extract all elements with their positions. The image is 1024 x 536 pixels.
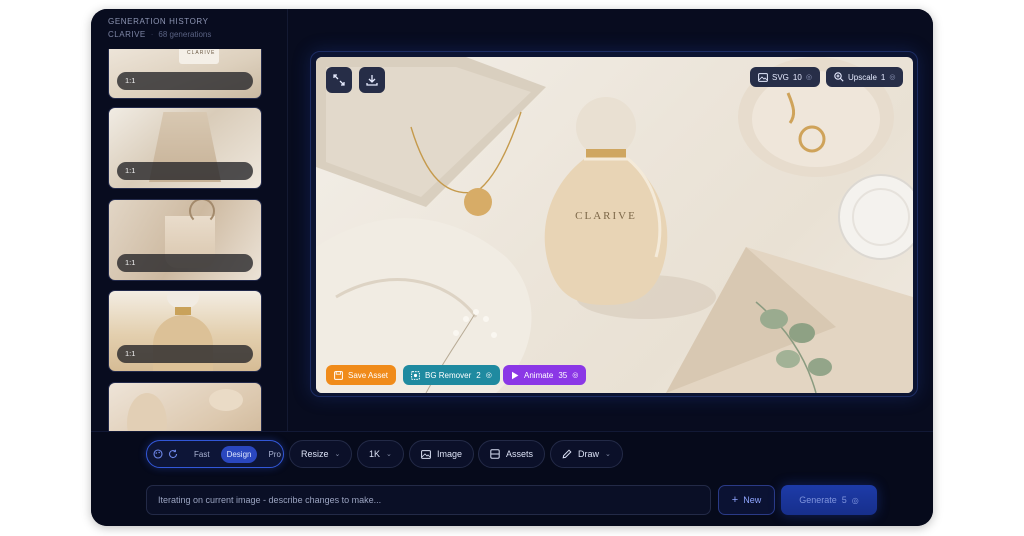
thumbnail-bottle-shape bbox=[153, 315, 213, 371]
save-asset-label: Save Asset bbox=[348, 370, 389, 380]
animate-button[interactable]: Animate 35 ◎ bbox=[503, 365, 587, 385]
credit-icon: ◎ bbox=[572, 372, 579, 379]
expand-button[interactable] bbox=[326, 67, 352, 93]
bottle-cap bbox=[576, 97, 636, 157]
flower-bud-2 bbox=[463, 316, 469, 322]
generate-button[interactable]: Generate 5 ◎ bbox=[781, 485, 877, 515]
svg-cost: 10 bbox=[792, 72, 802, 82]
generated-image[interactable]: CLARIVE SVG 10 ◎ Upscale 1 ◎ Save Asset … bbox=[316, 57, 913, 393]
product-scene-illustration bbox=[316, 57, 913, 393]
animate-label: Animate bbox=[524, 370, 554, 380]
save-asset-button[interactable]: Save Asset bbox=[326, 365, 397, 385]
save-icon bbox=[334, 370, 343, 380]
palette-icon[interactable] bbox=[153, 449, 163, 459]
upscale-label: Upscale bbox=[848, 72, 877, 82]
history-sidebar: GENERATION HISTORY CLARIVE · 68 generati… bbox=[91, 9, 288, 431]
animate-cost: 35 bbox=[558, 370, 568, 380]
composer-panel: Fast Design Pro Resize ⌄ 1K ⌄ Image Asse… bbox=[91, 431, 933, 526]
chevron-down-icon: ⌄ bbox=[605, 451, 611, 458]
history-thumbnail[interactable]: CLARIVE 1:1 bbox=[108, 49, 262, 99]
image-icon bbox=[758, 72, 768, 82]
credit-icon: ◎ bbox=[805, 74, 812, 81]
draw-label: Draw bbox=[578, 449, 600, 459]
thumbnail-collar-shape bbox=[175, 307, 191, 315]
prompt-input[interactable]: Iterating on current image - describe ch… bbox=[146, 485, 711, 515]
brand-name: CLARIVE bbox=[108, 30, 146, 39]
preview-frame: CLARIVE SVG 10 ◎ Upscale 1 ◎ Save Asset … bbox=[310, 51, 918, 397]
generate-label: Generate bbox=[799, 495, 837, 505]
bg-remover-button[interactable]: BG Remover 2 ◎ bbox=[403, 365, 500, 385]
image-label: Image bbox=[437, 449, 463, 459]
image-button[interactable]: Image bbox=[409, 440, 475, 468]
aspect-ratio-badge: 1:1 bbox=[117, 345, 253, 363]
credit-icon: ◎ bbox=[485, 372, 492, 379]
necklace-pendant bbox=[464, 188, 492, 216]
thumbnail-flower-shape bbox=[209, 389, 243, 411]
generate-cost: 5 bbox=[841, 495, 847, 505]
upscale-button[interactable]: Upscale 1 ◎ bbox=[826, 67, 904, 87]
mode-selector[interactable]: Fast Design Pro bbox=[146, 440, 284, 468]
aspect-ratio-badge: 1:1 bbox=[117, 162, 253, 180]
bg-remover-label: BG Remover bbox=[425, 370, 472, 380]
thumbnail-brand-text: CLARIVE bbox=[187, 50, 216, 56]
sidebar-title: GENERATION HISTORY bbox=[108, 17, 209, 26]
bottle-body bbox=[544, 159, 668, 305]
preview-area: CLARIVE SVG 10 ◎ Upscale 1 ◎ Save Asset … bbox=[288, 9, 933, 431]
aspect-ratio-badge: 1:1 bbox=[117, 72, 253, 90]
bottle-label: CLARIVE bbox=[575, 210, 637, 222]
thumbnail-bag-strap bbox=[189, 200, 215, 224]
thumbnail-list[interactable]: CLARIVE 1:1 1:1 1:1 1:1 bbox=[108, 49, 262, 431]
eucalyptus-leaf-3 bbox=[776, 350, 800, 368]
app-window: GENERATION HISTORY CLARIVE · 68 generati… bbox=[91, 9, 933, 526]
svg-button[interactable]: SVG 10 ◎ bbox=[750, 67, 820, 87]
resolution-dropdown[interactable]: 1K ⌄ bbox=[357, 440, 404, 468]
refresh-icon[interactable] bbox=[168, 449, 178, 459]
resize-dropdown[interactable]: Resize ⌄ bbox=[289, 440, 353, 468]
subtitle-separator: · bbox=[150, 30, 154, 39]
zoom-icon bbox=[834, 72, 844, 82]
assets-label: Assets bbox=[506, 449, 534, 459]
download-icon bbox=[366, 75, 378, 86]
image-icon bbox=[421, 449, 431, 459]
history-thumbnail[interactable]: 1:1 bbox=[108, 199, 262, 281]
flower-bud-5 bbox=[491, 332, 497, 338]
bg-remove-icon bbox=[411, 370, 420, 380]
sidebar-subtitle: CLARIVE · 68 generations bbox=[108, 30, 211, 39]
history-thumbnail[interactable]: 1:1 bbox=[108, 290, 262, 372]
credit-icon: ◎ bbox=[889, 74, 896, 81]
assets-button[interactable]: Assets bbox=[478, 440, 546, 468]
assets-icon bbox=[490, 449, 500, 459]
flower-bud-4 bbox=[453, 330, 459, 336]
eucalyptus-leaf-1 bbox=[760, 309, 788, 329]
history-thumbnail[interactable]: 1:1 bbox=[108, 107, 262, 189]
play-icon bbox=[512, 371, 519, 379]
chevron-down-icon: ⌄ bbox=[386, 451, 392, 458]
upscale-cost: 1 bbox=[880, 72, 886, 82]
mode-fast[interactable]: Fast bbox=[188, 446, 216, 463]
resolution-label: 1K bbox=[369, 449, 381, 459]
eucalyptus-leaf-2 bbox=[789, 323, 815, 343]
generation-count: 68 generations bbox=[158, 30, 212, 39]
svg-label: SVG bbox=[772, 72, 789, 82]
thumbnail-hand-shape bbox=[127, 393, 167, 431]
glass-shape bbox=[838, 174, 913, 260]
credit-icon: ◎ bbox=[851, 495, 859, 505]
plus-icon: + bbox=[731, 494, 739, 506]
mode-design[interactable]: Design bbox=[220, 445, 258, 463]
resize-label: Resize bbox=[301, 449, 329, 459]
pencil-icon bbox=[562, 449, 572, 459]
draw-dropdown[interactable]: Draw ⌄ bbox=[550, 440, 623, 468]
new-button[interactable]: + New bbox=[718, 485, 775, 515]
eucalyptus-leaf-4 bbox=[808, 358, 832, 376]
flower-bud-1 bbox=[473, 309, 479, 315]
mode-pro[interactable]: Pro bbox=[262, 446, 286, 463]
aspect-ratio-badge: 1:1 bbox=[117, 254, 253, 272]
expand-icon bbox=[333, 74, 345, 86]
new-label: New bbox=[743, 495, 762, 505]
bg-remover-cost: 2 bbox=[476, 370, 481, 380]
chevron-down-icon: ⌄ bbox=[334, 451, 341, 458]
history-thumbnail[interactable] bbox=[108, 382, 262, 431]
download-button[interactable] bbox=[359, 67, 385, 93]
flower-bud-3 bbox=[483, 316, 489, 322]
